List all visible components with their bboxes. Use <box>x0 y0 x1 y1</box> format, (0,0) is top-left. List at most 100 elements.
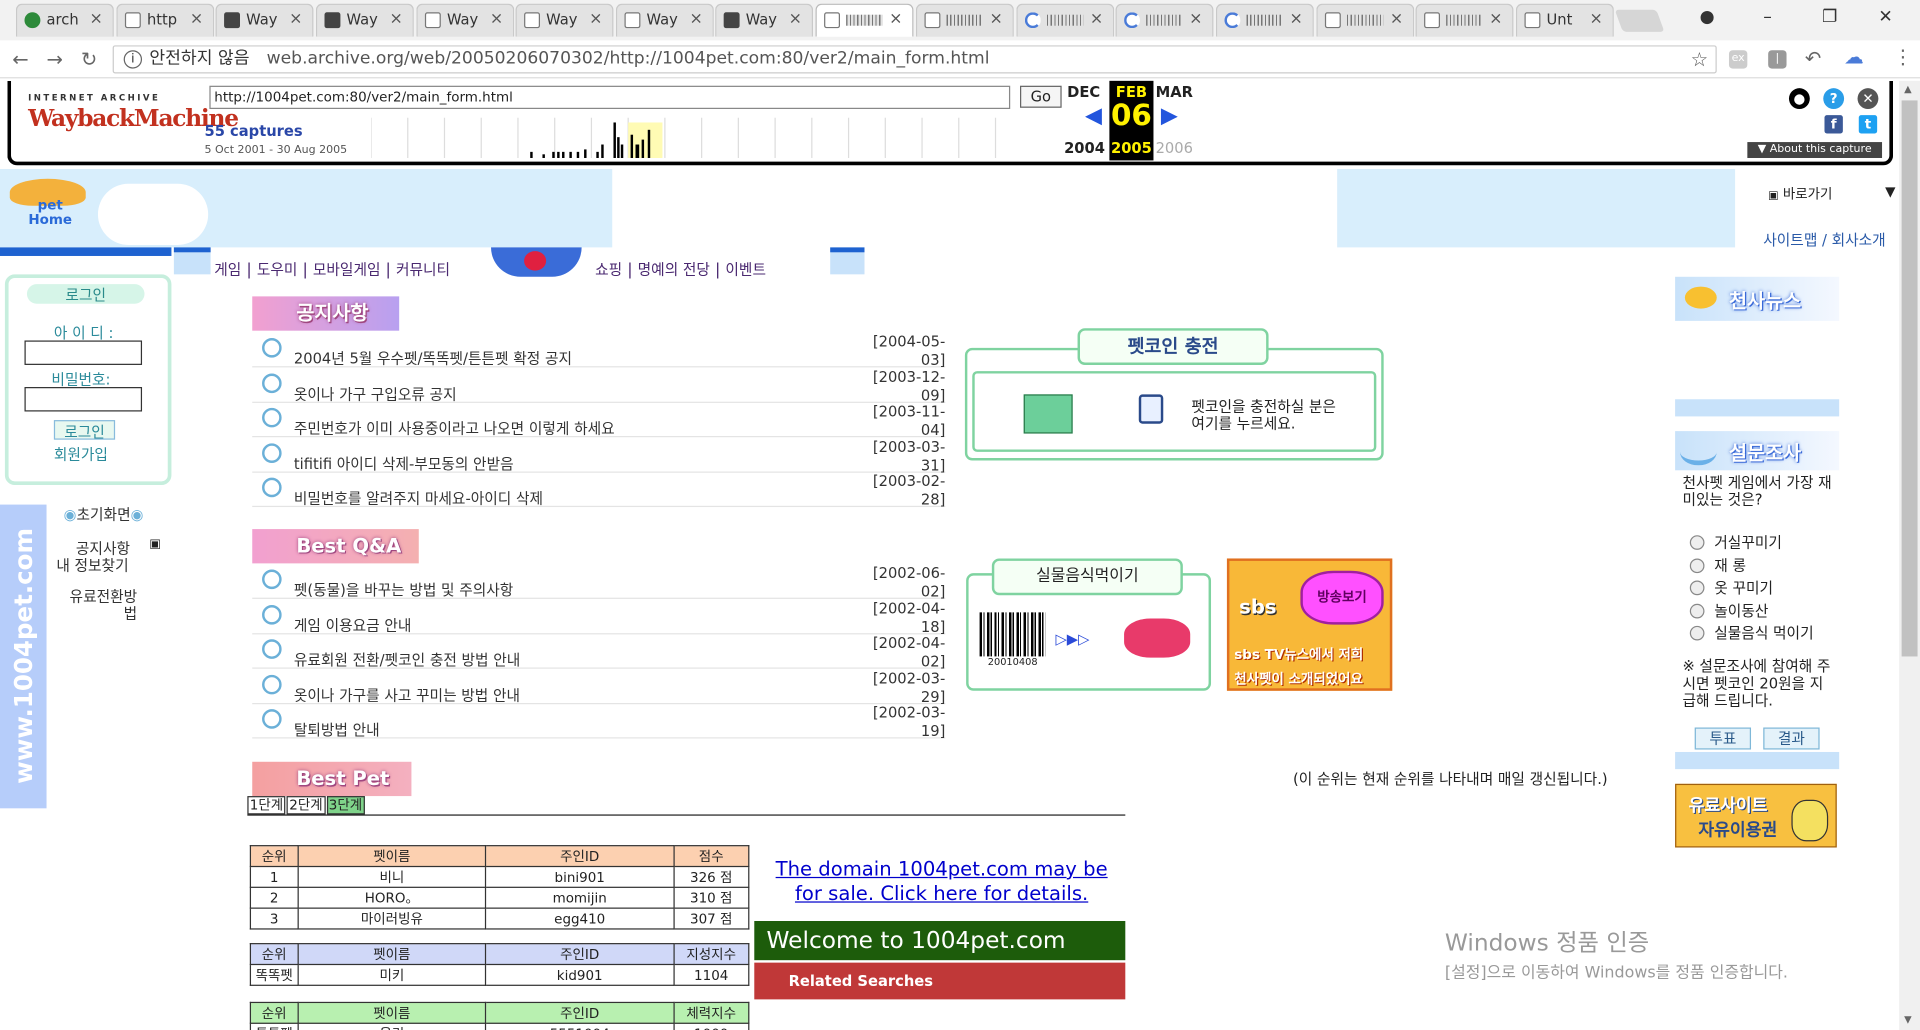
tab-close-icon[interactable]: × <box>90 10 103 28</box>
prev-month[interactable]: DEC <box>1064 83 1103 100</box>
menu-item[interactable]: 커뮤니티 <box>396 261 450 278</box>
scroll-down-icon[interactable]: ▼ <box>1904 1014 1912 1025</box>
profile-icon[interactable]: ● <box>1700 7 1715 27</box>
list-item[interactable]: tifitifi 아이디 삭제-부모동의 안받음 [2003-03-31] <box>252 438 946 474</box>
browser-tab[interactable]: × <box>1415 3 1514 37</box>
list-item-title[interactable]: 유료회원 전환/펫코인 충전 방법 안내 <box>294 649 520 670</box>
list-item[interactable]: 펫(동물)을 바꾸는 방법 및 주의사항 [2002-06-02] <box>252 565 946 600</box>
next-month[interactable]: MAR <box>1155 83 1194 100</box>
login-button[interactable]: 로그인 <box>53 420 116 441</box>
next-capture-arrow-icon[interactable]: ▶ <box>1150 103 1189 129</box>
poll-option[interactable]: 재 롱 <box>1689 554 1746 575</box>
about-capture-button[interactable]: ▼ About this capture <box>1747 142 1883 158</box>
list-item[interactable]: 게임 이용요금 안내 [2002-04-18] <box>252 600 946 635</box>
pw-input[interactable] <box>24 387 143 412</box>
list-item[interactable]: 유료회원 전환/펫코인 충전 방법 안내 [2002-04-02] <box>252 635 946 670</box>
browser-tab[interactable]: Way × <box>215 3 314 37</box>
next-year[interactable]: 2006 <box>1155 140 1194 157</box>
poll-option[interactable]: 거실꾸미기 <box>1689 532 1782 553</box>
help-icon[interactable]: ? <box>1823 88 1845 110</box>
reload-icon[interactable]: ↻ <box>81 48 97 71</box>
list-item[interactable]: 옷이나 가구 구입오류 공지 [2003-12-09] <box>252 368 946 404</box>
list-item-title[interactable]: 옷이나 가구 구입오류 공지 <box>294 383 457 404</box>
wayback-logo[interactable]: INTERNET ARCHIVE WaybackMachine <box>28 93 239 154</box>
list-item-title[interactable]: 펫(동물)을 바꾸는 방법 및 주의사항 <box>294 579 513 600</box>
news-header[interactable]: 천사뉴스 <box>1675 276 1840 321</box>
restore-button[interactable]: ❐ <box>1822 7 1837 27</box>
wayback-url-input[interactable]: http://1004pet.com:80/ver2/main_form.htm… <box>209 85 1011 110</box>
level-tab[interactable]: 2단계 <box>286 796 326 815</box>
tab-close-icon[interactable]: × <box>1390 10 1403 28</box>
wayback-go-button[interactable]: Go <box>1020 85 1062 108</box>
related-searches[interactable]: Related Searches <box>754 962 1126 1000</box>
side-myinfo-link[interactable]: 내 정보찾기 <box>56 555 128 576</box>
join-link[interactable]: 회원가입 <box>54 443 108 464</box>
menu-item[interactable]: 게임 <box>214 261 241 278</box>
poll-option[interactable]: 실물음식 먹이기 <box>1689 623 1814 644</box>
scroll-up-icon[interactable]: ▲ <box>1904 83 1912 94</box>
extension-icon[interactable]: ex <box>1728 50 1748 69</box>
browser-tab[interactable]: Way × <box>315 3 414 37</box>
browser-tab[interactable]: × <box>815 3 914 37</box>
domain-sale-link[interactable]: The domain 1004pet.com may be for sale. … <box>759 857 1124 906</box>
list-item[interactable]: 옷이나 가구를 사고 꾸미는 방법 안내 [2002-03-29] <box>252 670 946 705</box>
list-item[interactable]: 탈퇴방법 안내 [2002-03-19] <box>252 705 946 740</box>
tab-close-icon[interactable]: × <box>289 10 302 28</box>
browser-tab[interactable]: http × <box>116 3 215 37</box>
browser-tab[interactable]: Way × <box>715 3 814 37</box>
minimize-button[interactable]: – <box>1763 7 1772 27</box>
id-input[interactable] <box>24 340 143 365</box>
browser-tab[interactable]: Unt × <box>1515 3 1614 37</box>
list-item-title[interactable]: 2004년 5월 우수펫/똑똑펫/튼튼펫 확정 공지 <box>294 348 572 369</box>
tab-close-icon[interactable]: × <box>690 10 703 28</box>
browser-tab[interactable]: × <box>1016 3 1115 37</box>
radio-button[interactable] <box>1689 557 1705 573</box>
list-item-title[interactable]: 탈퇴방법 안내 <box>294 719 380 740</box>
table-row[interactable]: 똑똑펫 미키 kid901 1104 <box>249 963 750 986</box>
paid-site-banner[interactable]: 유료사이트 자유이용권 <box>1675 783 1837 848</box>
list-item-title[interactable]: 주민번호가 이미 사용중이라고 나오면 이렇게 하세요 <box>294 418 615 439</box>
list-item[interactable]: 주민번호가 이미 사용중이라고 나오면 이렇게 하세요 [2003-11-04] <box>252 403 946 439</box>
account-icon[interactable]: ● <box>1788 88 1810 110</box>
info-icon[interactable]: i <box>123 49 143 68</box>
goto-select[interactable]: ▣ 바로가기 ▼ <box>1768 184 1895 204</box>
menu-item[interactable]: 도우미 <box>257 261 298 278</box>
menu-item[interactable]: 명예의 전당 <box>638 261 710 278</box>
tab-close-icon[interactable]: × <box>490 10 503 28</box>
table-row[interactable]: 3 마이러빙유 egg410 307 점 <box>249 907 750 930</box>
browser-tab[interactable]: × <box>915 3 1014 37</box>
tab-close-icon[interactable]: × <box>1090 10 1103 28</box>
tab-close-icon[interactable]: × <box>1189 10 1202 28</box>
list-item-title[interactable]: 옷이나 가구를 사고 꾸미는 방법 안내 <box>294 684 520 705</box>
browser-tab[interactable]: Way × <box>416 3 515 37</box>
vote-button[interactable]: 투표 <box>1694 727 1752 750</box>
scrollbar-thumb[interactable] <box>1901 100 1918 657</box>
menu-item[interactable]: 이벤트 <box>725 261 766 278</box>
table-row[interactable]: 2 HORO。 momijin 310 점 <box>249 886 750 909</box>
list-item[interactable]: 2004년 5월 우수펫/똑똑펫/튼튼펫 확정 공지 [2004-05-03] <box>252 333 946 369</box>
tab-close-icon[interactable]: × <box>390 10 403 28</box>
list-item-title[interactable]: 비밀번호를 알려주지 마세요-아이디 삭제 <box>294 488 543 509</box>
side-paid-link[interactable]: 유료전환방법 <box>61 588 138 622</box>
list-item-title[interactable]: tifitifi 아이디 삭제-부모동의 안받음 <box>294 453 514 474</box>
twitter-icon[interactable]: t <box>1858 115 1878 134</box>
table-row[interactable]: 튼튼펫울리55510041000 <box>249 1022 750 1030</box>
side-home-link[interactable]: ◉초기화면◉ <box>64 503 144 524</box>
bookmark-star-icon[interactable]: ☆ <box>1691 47 1709 73</box>
poll-option[interactable]: 놀이동산 <box>1689 600 1768 621</box>
heart-wings-icon[interactable] <box>491 247 582 277</box>
cloud-icon[interactable]: ☁ <box>1844 45 1864 68</box>
site-logo[interactable]: pet Home <box>9 178 86 233</box>
tab-close-icon[interactable]: × <box>1489 10 1502 28</box>
back-icon[interactable]: ← <box>12 48 28 71</box>
radio-button[interactable] <box>1689 535 1705 550</box>
close-window-button[interactable]: ✕ <box>1878 7 1892 27</box>
tab-close-icon[interactable]: × <box>190 10 203 28</box>
tab-close-icon[interactable]: × <box>1290 10 1303 28</box>
tab-close-icon[interactable]: × <box>889 10 902 28</box>
list-item-title[interactable]: 게임 이용요금 안내 <box>294 614 411 635</box>
new-tab-button[interactable] <box>1614 9 1665 32</box>
browser-tab[interactable]: Way × <box>515 3 614 37</box>
menu-item[interactable]: 쇼핑 <box>595 261 622 278</box>
level-tab[interactable]: 3단계 <box>326 796 365 815</box>
